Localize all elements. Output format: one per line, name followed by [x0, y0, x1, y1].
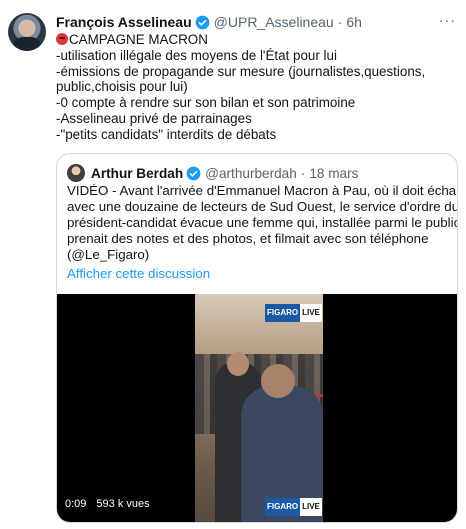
separator-dot: · [300, 165, 306, 181]
video-duration: 0:09 [65, 498, 87, 510]
tweet-line: -utilisation illégale des moyens de l'Ét… [56, 47, 337, 63]
tweet-line: CAMPAGNE MACRON [56, 32, 456, 48]
figaro-live-logo: FIGARO LIVE [265, 498, 322, 516]
tweet-text: CAMPAGNE MACRON -utilisation illégale de… [56, 32, 456, 143]
video-player[interactable]: FIGARO LIVE FIGARO LIVE 0:09 593 k vues [57, 294, 457, 522]
show-thread-link[interactable]: Afficher cette discussion [67, 266, 210, 281]
author-handle[interactable]: @UPR_Asselineau [214, 14, 334, 30]
quoted-tweet-time: 18 mars [309, 165, 359, 181]
quoted-line: VIDÉO - Avant l'arrivée d'Emmanuel Macro… [67, 183, 458, 198]
tweet-line: public,choisis pour lui) [56, 79, 188, 95]
separator-dot: · [337, 14, 343, 30]
tweet[interactable]: François Asselineau @UPR_Asselineau · 6h… [0, 0, 466, 529]
video-frame [195, 294, 323, 522]
quoted-line: avec une douzaine de lecteurs de Sud Oue… [67, 199, 458, 214]
tweet-header: François Asselineau @UPR_Asselineau · 6h [56, 13, 362, 31]
quoted-tweet-header: Arthur Berdah @arthurberdah · 18 mars [67, 164, 358, 182]
quoted-line: (@Le_Figaro) [67, 247, 150, 262]
video-background-wall [195, 294, 323, 354]
tweet-line: -"petits candidats" interdits de débats [56, 126, 277, 142]
video-person-left-head [227, 352, 249, 376]
quoted-tweet[interactable]: Arthur Berdah @arthurberdah · 18 mars VI… [56, 153, 458, 523]
figaro-live-logo: FIGARO LIVE [265, 304, 322, 322]
video-views: 593 k vues [96, 498, 150, 510]
quoted-line: président-candidat évacue une femme qui,… [67, 215, 458, 230]
verified-badge-icon [186, 166, 201, 180]
more-icon[interactable]: ··· [439, 12, 456, 28]
quoted-author-avatar [67, 164, 85, 182]
angry-face-icon [56, 33, 68, 45]
video-stats: 0:09 593 k vues [65, 498, 160, 510]
quoted-line: prenait des notes et des photos, et film… [67, 231, 429, 246]
author-avatar[interactable] [8, 13, 46, 51]
tweet-line: -émissions de propagande sur mesure (jou… [56, 63, 426, 79]
video-person-right-head [261, 364, 295, 398]
author-name[interactable]: François Asselineau [56, 14, 192, 30]
quoted-tweet-text: VIDÉO - Avant l'arrivée d'Emmanuel Macro… [67, 183, 458, 263]
quoted-author-handle: @arthurberdah [205, 165, 297, 181]
quoted-author-name: Arthur Berdah [91, 165, 184, 181]
avatar-face [20, 21, 34, 37]
tweet-line: -Asselineau privé de parrainages [56, 110, 252, 126]
tweet-time[interactable]: 6h [346, 14, 362, 30]
verified-badge-icon [195, 15, 210, 29]
avatar-suit [13, 37, 41, 51]
tweet-line: -0 compte à rendre sur son bilan et son … [56, 95, 356, 111]
